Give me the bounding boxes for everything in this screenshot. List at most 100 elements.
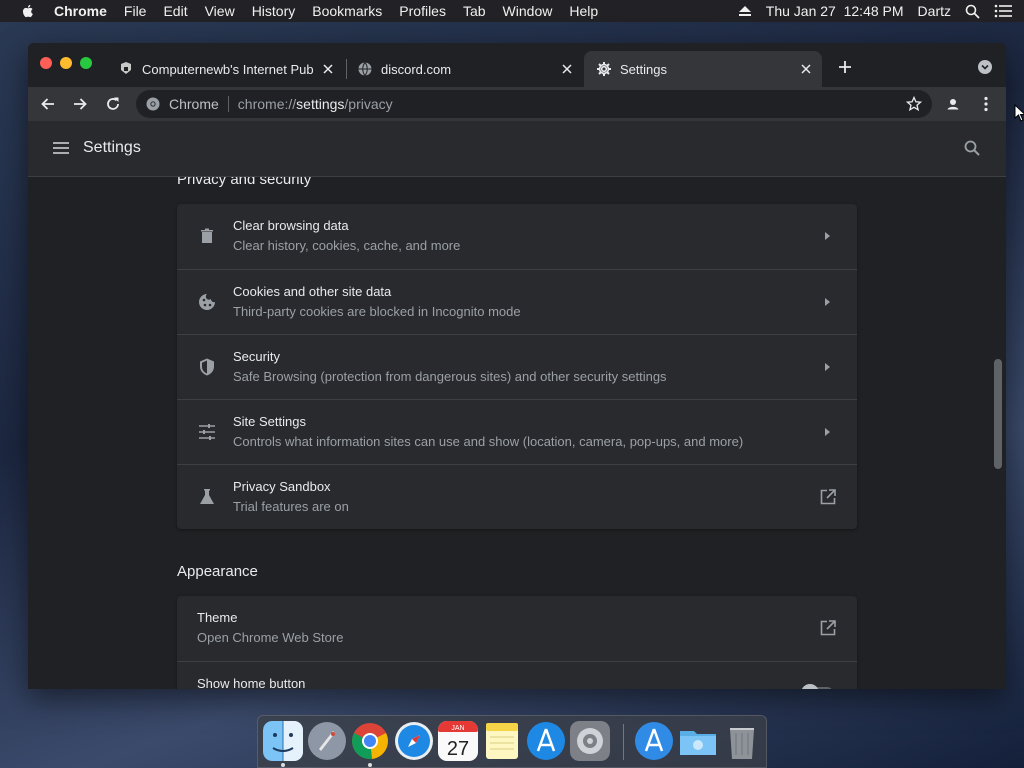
tab-settings[interactable]: Settings <box>584 51 822 87</box>
profile-button[interactable] <box>943 94 963 114</box>
notification-center-icon[interactable] <box>994 4 1012 18</box>
mouse-cursor-icon <box>1014 104 1024 122</box>
row-show-home-button[interactable]: Show home button <box>177 661 857 689</box>
hamburger-menu-icon[interactable] <box>52 139 70 157</box>
launchpad-icon[interactable] <box>307 721 347 761</box>
tab-close-icon[interactable] <box>798 61 814 77</box>
globe-icon <box>358 62 372 76</box>
row-title: Cookies and other site data <box>233 284 392 299</box>
omnibox-divider <box>227 96 229 112</box>
menu-profiles[interactable]: Profiles <box>399 3 446 19</box>
eject-icon[interactable] <box>738 5 752 17</box>
finder-icon[interactable] <box>263 721 303 761</box>
row-title: Show home button <box>197 676 306 689</box>
tab-title: Settings <box>620 61 667 77</box>
app-store-icon[interactable] <box>526 721 566 761</box>
spotlight-search-icon[interactable] <box>965 4 980 19</box>
search-settings-icon[interactable] <box>963 139 981 157</box>
row-cookies[interactable]: Cookies and other site data Third-party … <box>177 269 857 334</box>
menu-edit[interactable]: Edit <box>163 3 187 19</box>
menu-history[interactable]: History <box>252 3 296 19</box>
open-external-icon <box>820 620 836 636</box>
gear-icon <box>597 62 611 76</box>
toggle-knob <box>801 684 819 689</box>
flask-icon <box>200 489 214 504</box>
system-preferences-icon[interactable] <box>570 721 610 761</box>
apple-menu-icon[interactable] <box>20 3 36 19</box>
window-maximize-button[interactable] <box>80 57 92 69</box>
running-indicator <box>281 763 285 767</box>
pub-favicon <box>121 62 131 74</box>
row-site-settings[interactable]: Site Settings Controls what information … <box>177 399 857 464</box>
row-security[interactable]: Security Safe Browsing (protection from … <box>177 334 857 399</box>
row-title: Security <box>233 349 280 364</box>
safari-icon[interactable] <box>394 721 434 761</box>
dock-separator <box>623 724 624 760</box>
row-privacy-sandbox[interactable]: Privacy Sandbox Trial features are on <box>177 464 857 529</box>
row-theme[interactable]: Theme Open Chrome Web Store <box>177 596 857 661</box>
arrow-right-icon <box>825 428 830 436</box>
arrow-right-icon <box>825 298 830 306</box>
row-subtitle: Open Chrome Web Store <box>197 630 344 645</box>
row-subtitle: Third-party cookies are blocked in Incog… <box>233 304 521 319</box>
kebab-menu-icon <box>984 96 988 112</box>
menubar-datetime[interactable]: Thu Jan 27 12:48 PM <box>766 3 904 19</box>
chrome-app-icon[interactable] <box>350 721 390 761</box>
tab-search-icon[interactable] <box>977 59 993 75</box>
back-arrow-icon <box>41 98 54 110</box>
url-host: settings <box>296 96 345 112</box>
menu-app-name[interactable]: Chrome <box>54 3 107 19</box>
calendar-icon[interactable]: JAN 27 <box>438 721 478 761</box>
trash-icon <box>201 228 213 243</box>
appearance-card: Theme Open Chrome Web Store Show home bu… <box>177 596 857 689</box>
menu-window[interactable]: Window <box>503 3 553 19</box>
downloads-folder-icon[interactable] <box>678 721 718 761</box>
bookmark-star-icon[interactable] <box>906 96 922 112</box>
menu-tab[interactable]: Tab <box>463 3 486 19</box>
tab-close-icon[interactable] <box>320 61 336 77</box>
scrollbar-thumb[interactable] <box>994 359 1002 469</box>
chrome-window: Computernewb's Internet Pub discord.com … <box>28 43 1006 689</box>
calendar-month: JAN <box>451 725 464 732</box>
show-home-button-toggle[interactable] <box>801 684 833 689</box>
menu-view[interactable]: View <box>205 3 235 19</box>
settings-header: Settings <box>28 121 1006 177</box>
tab-title: discord.com <box>381 61 452 77</box>
menubar-user[interactable]: Dartz <box>918 3 951 19</box>
window-minimize-button[interactable] <box>60 57 72 69</box>
new-tab-button[interactable] <box>836 58 854 76</box>
row-title: Theme <box>197 610 238 625</box>
menu-bookmarks[interactable]: Bookmarks <box>312 3 382 19</box>
omnibox-chip: Chrome <box>169 96 219 112</box>
row-clear-browsing-data[interactable]: Clear browsing data Clear history, cooki… <box>177 204 857 269</box>
forward-arrow-icon <box>74 98 87 110</box>
menu-help[interactable]: Help <box>569 3 598 19</box>
forward-button[interactable] <box>70 94 90 114</box>
macos-menu-bar: Chrome File Edit View History Bookmarks … <box>0 0 1024 22</box>
chrome-menu-button[interactable] <box>976 94 996 114</box>
reload-button[interactable] <box>103 94 123 114</box>
browser-toolbar: Chrome chrome://settings/privacy <box>28 87 1006 121</box>
row-subtitle: Safe Browsing (protection from dangerous… <box>233 369 667 384</box>
back-button[interactable] <box>38 94 58 114</box>
tab-strip: Computernewb's Internet Pub discord.com … <box>28 43 1006 87</box>
reload-icon <box>107 97 119 110</box>
settings-content: Privacy and security Clear browsing data… <box>28 177 1006 689</box>
running-indicator <box>368 763 372 767</box>
cookie-icon <box>199 294 215 310</box>
tab-computernewb[interactable]: Computernewb's Internet Pub <box>106 51 344 87</box>
trash-can-icon[interactable] <box>722 721 762 761</box>
address-bar[interactable]: Chrome chrome://settings/privacy <box>136 90 932 118</box>
url-path: /privacy <box>344 96 393 112</box>
arrow-right-icon <box>825 363 830 371</box>
tab-close-icon[interactable] <box>559 61 575 77</box>
row-title: Site Settings <box>233 414 306 429</box>
menu-file[interactable]: File <box>124 3 147 19</box>
chrome-site-icon[interactable] <box>146 97 160 111</box>
notes-icon[interactable] <box>482 721 522 761</box>
tab-discord[interactable]: discord.com <box>345 51 583 87</box>
window-close-button[interactable] <box>40 57 52 69</box>
sliders-icon <box>199 424 215 440</box>
app-store-folder-icon[interactable] <box>634 721 674 761</box>
row-subtitle: Trial features are on <box>233 499 349 514</box>
